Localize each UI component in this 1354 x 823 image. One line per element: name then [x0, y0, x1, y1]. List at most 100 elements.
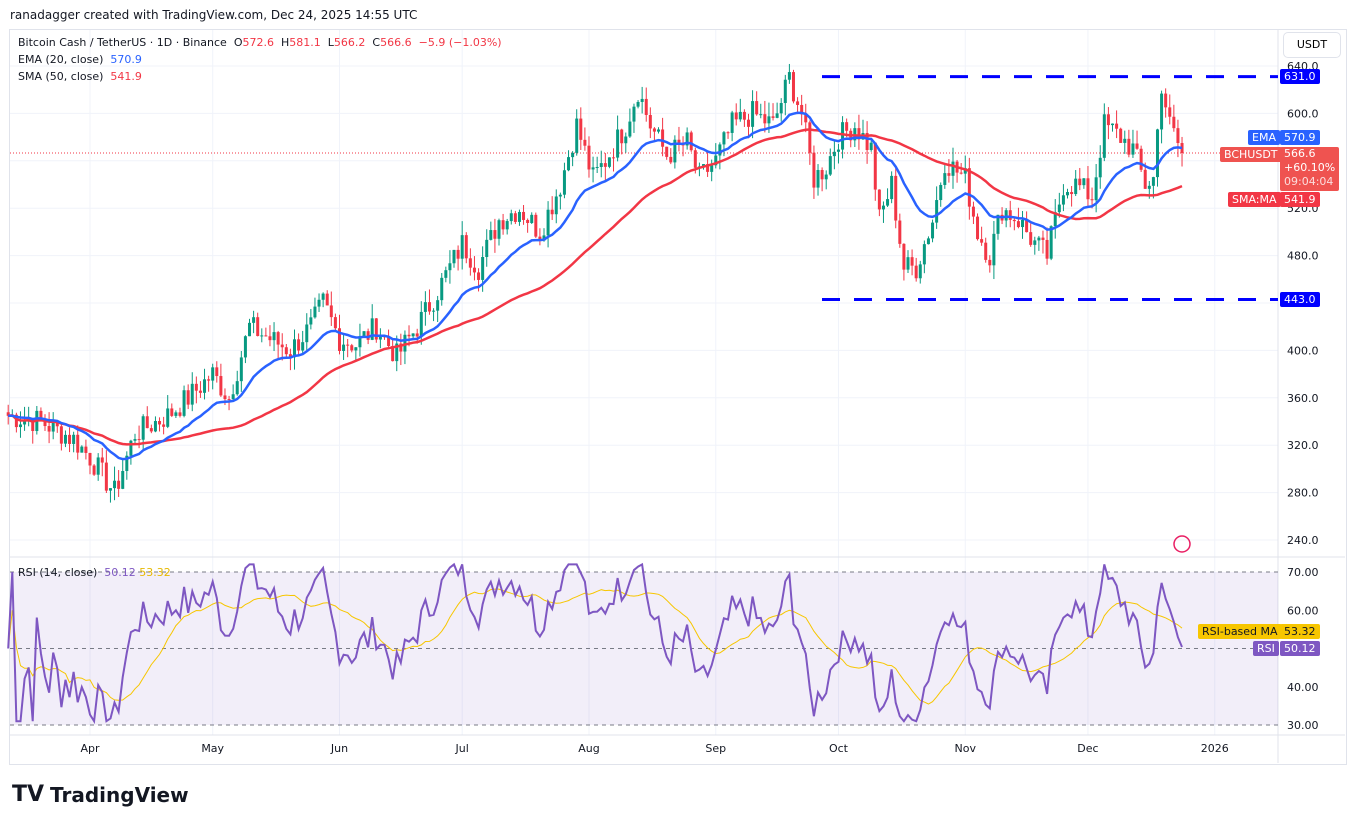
candle-body	[505, 221, 509, 230]
currency-button[interactable]: USDT	[1283, 32, 1341, 58]
candle-body	[771, 116, 775, 118]
candle-body	[264, 335, 268, 337]
candle-body	[902, 243, 906, 270]
candle-body	[980, 239, 984, 243]
sma-legend[interactable]: SMA (50, close) 541.9	[18, 70, 142, 83]
candle-body	[436, 300, 440, 311]
candle-body	[1045, 239, 1049, 259]
candle-body	[755, 101, 759, 115]
time-tick: Dec	[1077, 742, 1098, 755]
time-tick: Nov	[955, 742, 977, 755]
time-tick: May	[201, 742, 224, 755]
ema-legend[interactable]: EMA (20, close) 570.9	[18, 53, 142, 66]
time-tick: Apr	[80, 742, 100, 755]
candle-body	[710, 165, 714, 172]
candle-body	[432, 310, 436, 312]
candle-body	[362, 331, 366, 337]
candle-body	[607, 157, 611, 167]
candle-body	[1131, 143, 1135, 155]
candle-body	[268, 336, 272, 341]
candle-body	[718, 144, 722, 156]
candle-body	[190, 383, 194, 405]
candle-body	[976, 216, 980, 240]
time-tick: Jun	[330, 742, 348, 755]
candle-body	[869, 142, 873, 150]
rsi-name-tag: RSI	[1253, 641, 1279, 656]
candle-body	[796, 101, 800, 105]
rsi-tick: 30.00	[1287, 719, 1319, 732]
candle-body	[256, 317, 260, 337]
candle-body	[669, 156, 673, 163]
candle-body	[76, 434, 80, 453]
candle-body	[481, 257, 485, 280]
high-value: 581.1	[289, 36, 321, 49]
candle-body	[1176, 128, 1180, 144]
candle-body	[464, 235, 468, 259]
candle-body	[423, 302, 427, 312]
rsi-tag: 50.12	[1280, 641, 1320, 656]
candle-body	[346, 344, 350, 346]
candle-body	[890, 175, 894, 200]
close-label: C	[372, 36, 381, 49]
time-tick: Aug	[578, 742, 599, 755]
candle-body	[984, 242, 988, 260]
rsi-label: RSI (14, close)	[18, 566, 98, 579]
candle-body	[644, 98, 648, 115]
candle-body	[877, 189, 881, 210]
candle-body	[820, 170, 824, 180]
candle-body	[1008, 210, 1012, 220]
candle-body	[1151, 177, 1155, 186]
symbol-legend: Bitcoin Cash / TetherUS · 1D · Binance O…	[18, 36, 502, 49]
ema-label: EMA (20, close)	[18, 53, 104, 66]
candle-body	[153, 421, 157, 432]
candle-body	[137, 439, 141, 441]
candle-body	[72, 434, 76, 444]
candle-body	[419, 311, 423, 337]
candle-body	[121, 471, 125, 489]
candle-body	[1115, 123, 1119, 129]
candle-body	[211, 367, 215, 381]
candle-body	[252, 317, 256, 323]
price-chart[interactable]: 640.0600.0560.0520.0480.0440.0400.0360.0…	[0, 0, 1354, 823]
candle-body	[1082, 178, 1086, 186]
candle-body	[1049, 226, 1053, 259]
candle-body	[612, 157, 616, 159]
candle-body	[321, 293, 325, 300]
sma-name-tag: SMA:MA	[1228, 192, 1281, 207]
candle-body	[333, 317, 337, 329]
candle-body	[1164, 93, 1168, 108]
candle-body	[203, 379, 207, 393]
candle-body	[59, 426, 63, 444]
price-tick: 480.0	[1287, 250, 1319, 263]
candle-body	[620, 129, 624, 144]
candle-body	[894, 175, 898, 221]
candle-body	[558, 194, 562, 197]
candle-body	[1029, 232, 1033, 245]
ema-name-tag: EMA	[1248, 130, 1280, 145]
candle-body	[931, 222, 935, 239]
candle-body	[223, 395, 227, 400]
ema-value: 570.9	[110, 53, 142, 66]
time-tick: Oct	[829, 742, 849, 755]
candle-body	[828, 156, 832, 175]
candle-body	[845, 122, 849, 131]
candle-body	[1147, 185, 1151, 189]
candle-body	[722, 132, 726, 145]
candle-body	[832, 151, 836, 157]
candle-body	[734, 112, 738, 120]
rsi-legend[interactable]: RSI (14, close) 50.12 53.32	[18, 566, 171, 579]
candle-body	[751, 101, 755, 127]
candle-body	[791, 72, 795, 102]
candle-body	[477, 272, 481, 280]
candle-body	[988, 259, 992, 266]
candle-body	[68, 434, 72, 444]
rsi-tick: 60.00	[1287, 604, 1319, 617]
candle-body	[939, 184, 943, 201]
candle-body	[260, 335, 264, 337]
candle-body	[444, 270, 448, 278]
candle-body	[215, 367, 219, 377]
candle-body	[959, 172, 963, 174]
candle-body	[824, 174, 828, 180]
tradingview-logo: 𝗧𝗩 TradingView	[12, 782, 189, 807]
ema-price-tag: 570.9	[1280, 130, 1320, 145]
